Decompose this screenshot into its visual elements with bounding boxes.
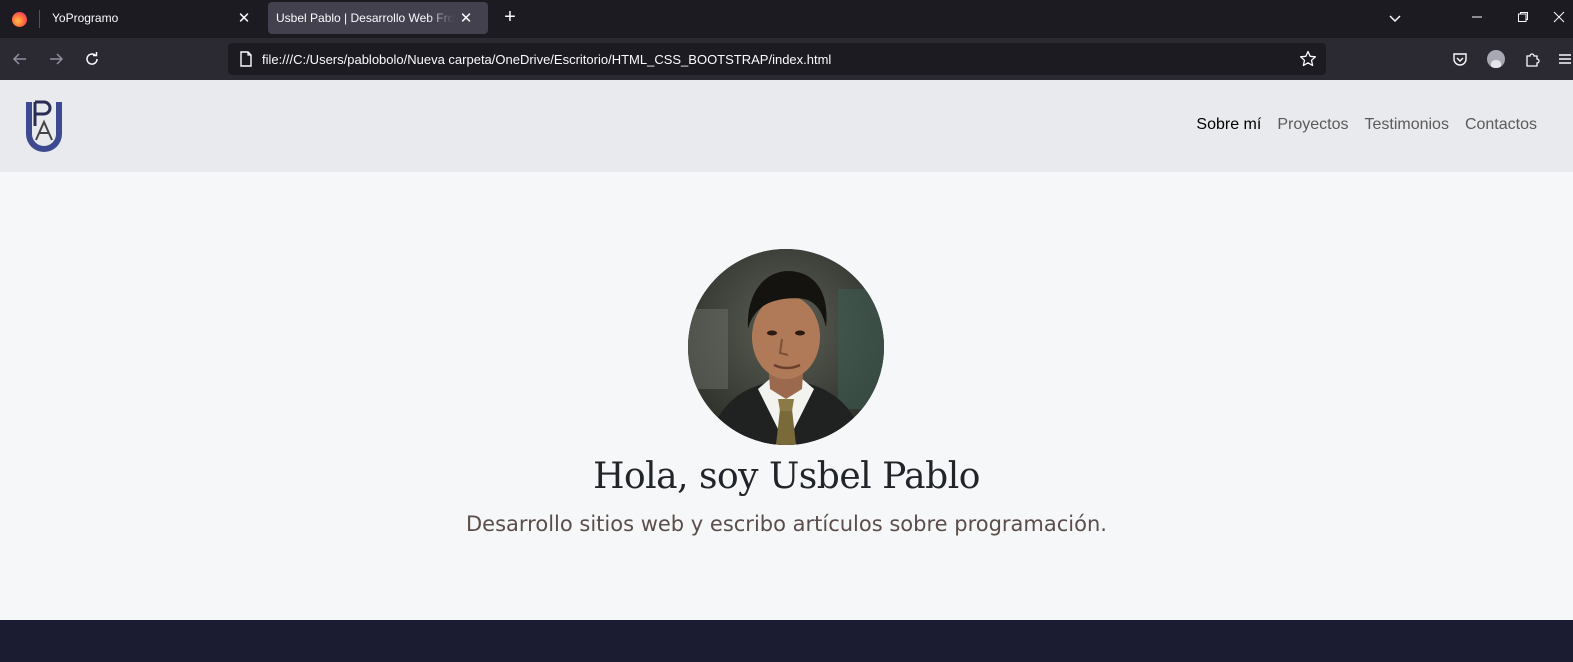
bookmark-star-icon[interactable] bbox=[1292, 43, 1324, 75]
browser-toolbar: file:///C:/Users/pablobolo/Nueva carpeta… bbox=[0, 38, 1573, 80]
tab-title: Usbel Pablo | Desarrollo Web Front- bbox=[276, 11, 454, 25]
extensions-icon[interactable] bbox=[1520, 47, 1544, 71]
back-arrow-icon[interactable] bbox=[8, 47, 32, 71]
url-text[interactable]: file:///C:/Users/pablobolo/Nueva carpeta… bbox=[262, 52, 1292, 67]
minimize-button[interactable] bbox=[1454, 0, 1500, 34]
pocket-icon[interactable] bbox=[1448, 47, 1472, 71]
tab-title: YoProgramo bbox=[52, 11, 119, 25]
menu-item-testimonios[interactable]: Testimonios bbox=[1356, 116, 1456, 134]
web-page: Sobre mí Proyectos Testimonios Contactos bbox=[0, 80, 1573, 662]
menu-item-proyectos[interactable]: Proyectos bbox=[1269, 116, 1356, 134]
reload-icon[interactable] bbox=[80, 47, 104, 71]
close-window-button[interactable] bbox=[1545, 0, 1573, 34]
hero-title: Hola, soy Usbel Pablo bbox=[593, 456, 980, 497]
menu-item-sobre-mi[interactable]: Sobre mí bbox=[1188, 116, 1269, 134]
tab-usbel-pablo[interactable]: Usbel Pablo | Desarrollo Web Front- ✕ bbox=[268, 2, 488, 34]
chevron-down-icon[interactable] bbox=[1383, 6, 1407, 30]
tab-yoprogramo[interactable]: YoProgramo ✕ bbox=[40, 2, 262, 34]
hero-section: Hola, soy Usbel Pablo Desarrollo sitios … bbox=[0, 172, 1573, 620]
firefox-icon[interactable] bbox=[0, 0, 38, 38]
menu-icon[interactable] bbox=[1556, 47, 1573, 71]
browser-tab-bar: YoProgramo ✕ Usbel Pablo | Desarrollo We… bbox=[0, 0, 1573, 38]
new-tab-button[interactable]: + bbox=[498, 5, 522, 29]
restore-button[interactable] bbox=[1500, 0, 1546, 34]
next-section-band bbox=[0, 620, 1573, 662]
site-logo[interactable] bbox=[22, 98, 66, 154]
page-icon[interactable] bbox=[230, 43, 262, 75]
profile-photo bbox=[688, 249, 884, 445]
hero-subtitle: Desarrollo sitios web y escribo artículo… bbox=[466, 512, 1107, 536]
menu-item-contactos[interactable]: Contactos bbox=[1457, 116, 1545, 134]
url-bar[interactable]: file:///C:/Users/pablobolo/Nueva carpeta… bbox=[228, 43, 1326, 75]
close-icon[interactable]: ✕ bbox=[454, 6, 478, 30]
site-menu: Sobre mí Proyectos Testimonios Contactos bbox=[1188, 116, 1545, 134]
close-icon[interactable]: ✕ bbox=[232, 6, 256, 30]
site-navbar: Sobre mí Proyectos Testimonios Contactos bbox=[0, 80, 1573, 172]
forward-arrow-icon[interactable] bbox=[44, 47, 68, 71]
account-avatar-icon[interactable] bbox=[1484, 47, 1508, 71]
